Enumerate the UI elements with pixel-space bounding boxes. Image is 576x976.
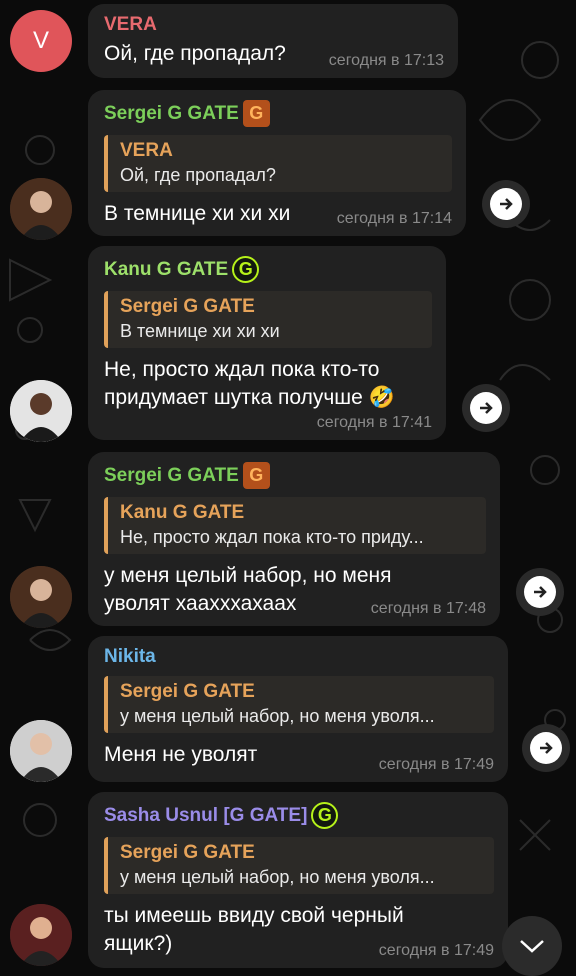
- message-bubble[interactable]: Nikita Sergei G GATE у меня целый набор,…: [88, 636, 508, 782]
- avatar-letter: V: [32, 27, 49, 54]
- avatar-nikita[interactable]: [10, 720, 72, 782]
- message-time: сегодня в 17:48: [370, 600, 486, 617]
- message-bubble[interactable]: Sasha Usnul [G GATE] G Sergei G GATE у м…: [88, 792, 508, 968]
- message-text: Не, просто ждал пока кто-то придумает шу…: [104, 358, 395, 409]
- person-photo-icon: [10, 720, 72, 782]
- message-text: у меня целый набор, но меня уволят хаахх…: [104, 564, 392, 615]
- chevron-down-icon: [520, 940, 544, 953]
- forward-button[interactable]: [522, 724, 570, 772]
- message-bubble[interactable]: Sergei G GATE G VERA Ой, где пропадал? В…: [88, 90, 466, 236]
- reply-sender: Sergei G GATE: [120, 842, 255, 863]
- green-g-gate-badge-icon: G: [232, 256, 260, 283]
- message-bubble[interactable]: Sergei G GATE G Kanu G GATE Не, просто ж…: [88, 452, 500, 626]
- avatar-sasha[interactable]: [10, 904, 72, 966]
- person-photo-icon: [10, 904, 72, 966]
- message-time: сегодня в 17:13: [328, 52, 444, 69]
- reply-text: у меня целый набор, но меня уволя...: [120, 706, 435, 726]
- avatar-kanu[interactable]: [10, 380, 72, 442]
- reply-sender: VERA: [120, 140, 173, 161]
- scroll-down-button[interactable]: [502, 916, 562, 976]
- sender-name[interactable]: VERA: [104, 14, 444, 36]
- reply-text: у меня целый набор, но меня уволя...: [120, 867, 435, 887]
- forward-button[interactable]: [482, 180, 530, 228]
- reply-quote[interactable]: VERA Ой, где пропадал?: [104, 135, 452, 192]
- sender-name[interactable]: Kanu G GATE: [104, 259, 228, 281]
- message-time: сегодня в 17:14: [336, 210, 452, 227]
- sender-row: Sasha Usnul [G GATE] G: [104, 802, 494, 829]
- avatar-sergei[interactable]: [10, 566, 72, 628]
- person-photo-icon: [10, 380, 72, 442]
- forward-arrow-icon: [534, 586, 547, 598]
- reply-quote[interactable]: Sergei G GATE у меня целый набор, но мен…: [104, 676, 494, 733]
- sender-name[interactable]: Sergei G GATE: [104, 103, 239, 125]
- person-photo-icon: [10, 566, 72, 628]
- message-bubble[interactable]: Kanu G GATE G Sergei G GATE В темнице хи…: [88, 246, 446, 440]
- reply-sender: Kanu G GATE: [120, 502, 245, 523]
- reply-quote[interactable]: Sergei G GATE у меня целый набор, но мен…: [104, 837, 494, 894]
- reply-text: В темнице хи хи хи: [120, 321, 280, 341]
- orange-g-badge-icon: G: [242, 100, 270, 127]
- forward-arrow-icon: [480, 402, 493, 414]
- sender-name[interactable]: Sergei G GATE: [104, 465, 239, 487]
- sender-name[interactable]: Sasha Usnul [G GATE]: [104, 805, 307, 827]
- reply-quote[interactable]: Kanu G GATE Не, просто ждал пока кто-то …: [104, 497, 486, 554]
- sender-row: Sergei G GATE G: [104, 462, 486, 489]
- forward-arrow-icon: [540, 742, 553, 754]
- orange-g-badge-icon: G: [242, 462, 270, 489]
- avatar-vera[interactable]: V: [10, 10, 72, 72]
- person-photo-icon: [10, 178, 72, 240]
- message-bubble[interactable]: VERA Ой, где пропадал? сегодня в 17:13: [88, 4, 458, 78]
- avatar-sergei[interactable]: [10, 178, 72, 240]
- sender-row: Sergei G GATE G: [104, 100, 452, 127]
- reply-sender: Sergei G GATE: [120, 296, 255, 317]
- message-time: сегодня в 17:49: [378, 942, 494, 959]
- sender-row: Kanu G GATE G: [104, 256, 432, 283]
- forward-button[interactable]: [462, 384, 510, 432]
- message-time: сегодня в 17:49: [378, 756, 494, 773]
- reply-text: Ой, где пропадал?: [120, 165, 276, 185]
- forward-arrow-icon: [500, 198, 513, 210]
- message-time: сегодня в 17:41: [316, 414, 432, 431]
- reply-text: Не, просто ждал пока кто-то приду...: [120, 527, 424, 547]
- forward-button[interactable]: [516, 568, 564, 616]
- reply-quote[interactable]: Sergei G GATE В темнице хи хи хи: [104, 291, 432, 348]
- green-g-gate-badge-icon: G: [311, 802, 339, 829]
- sender-name[interactable]: Nikita: [104, 646, 494, 668]
- reply-sender: Sergei G GATE: [120, 681, 255, 702]
